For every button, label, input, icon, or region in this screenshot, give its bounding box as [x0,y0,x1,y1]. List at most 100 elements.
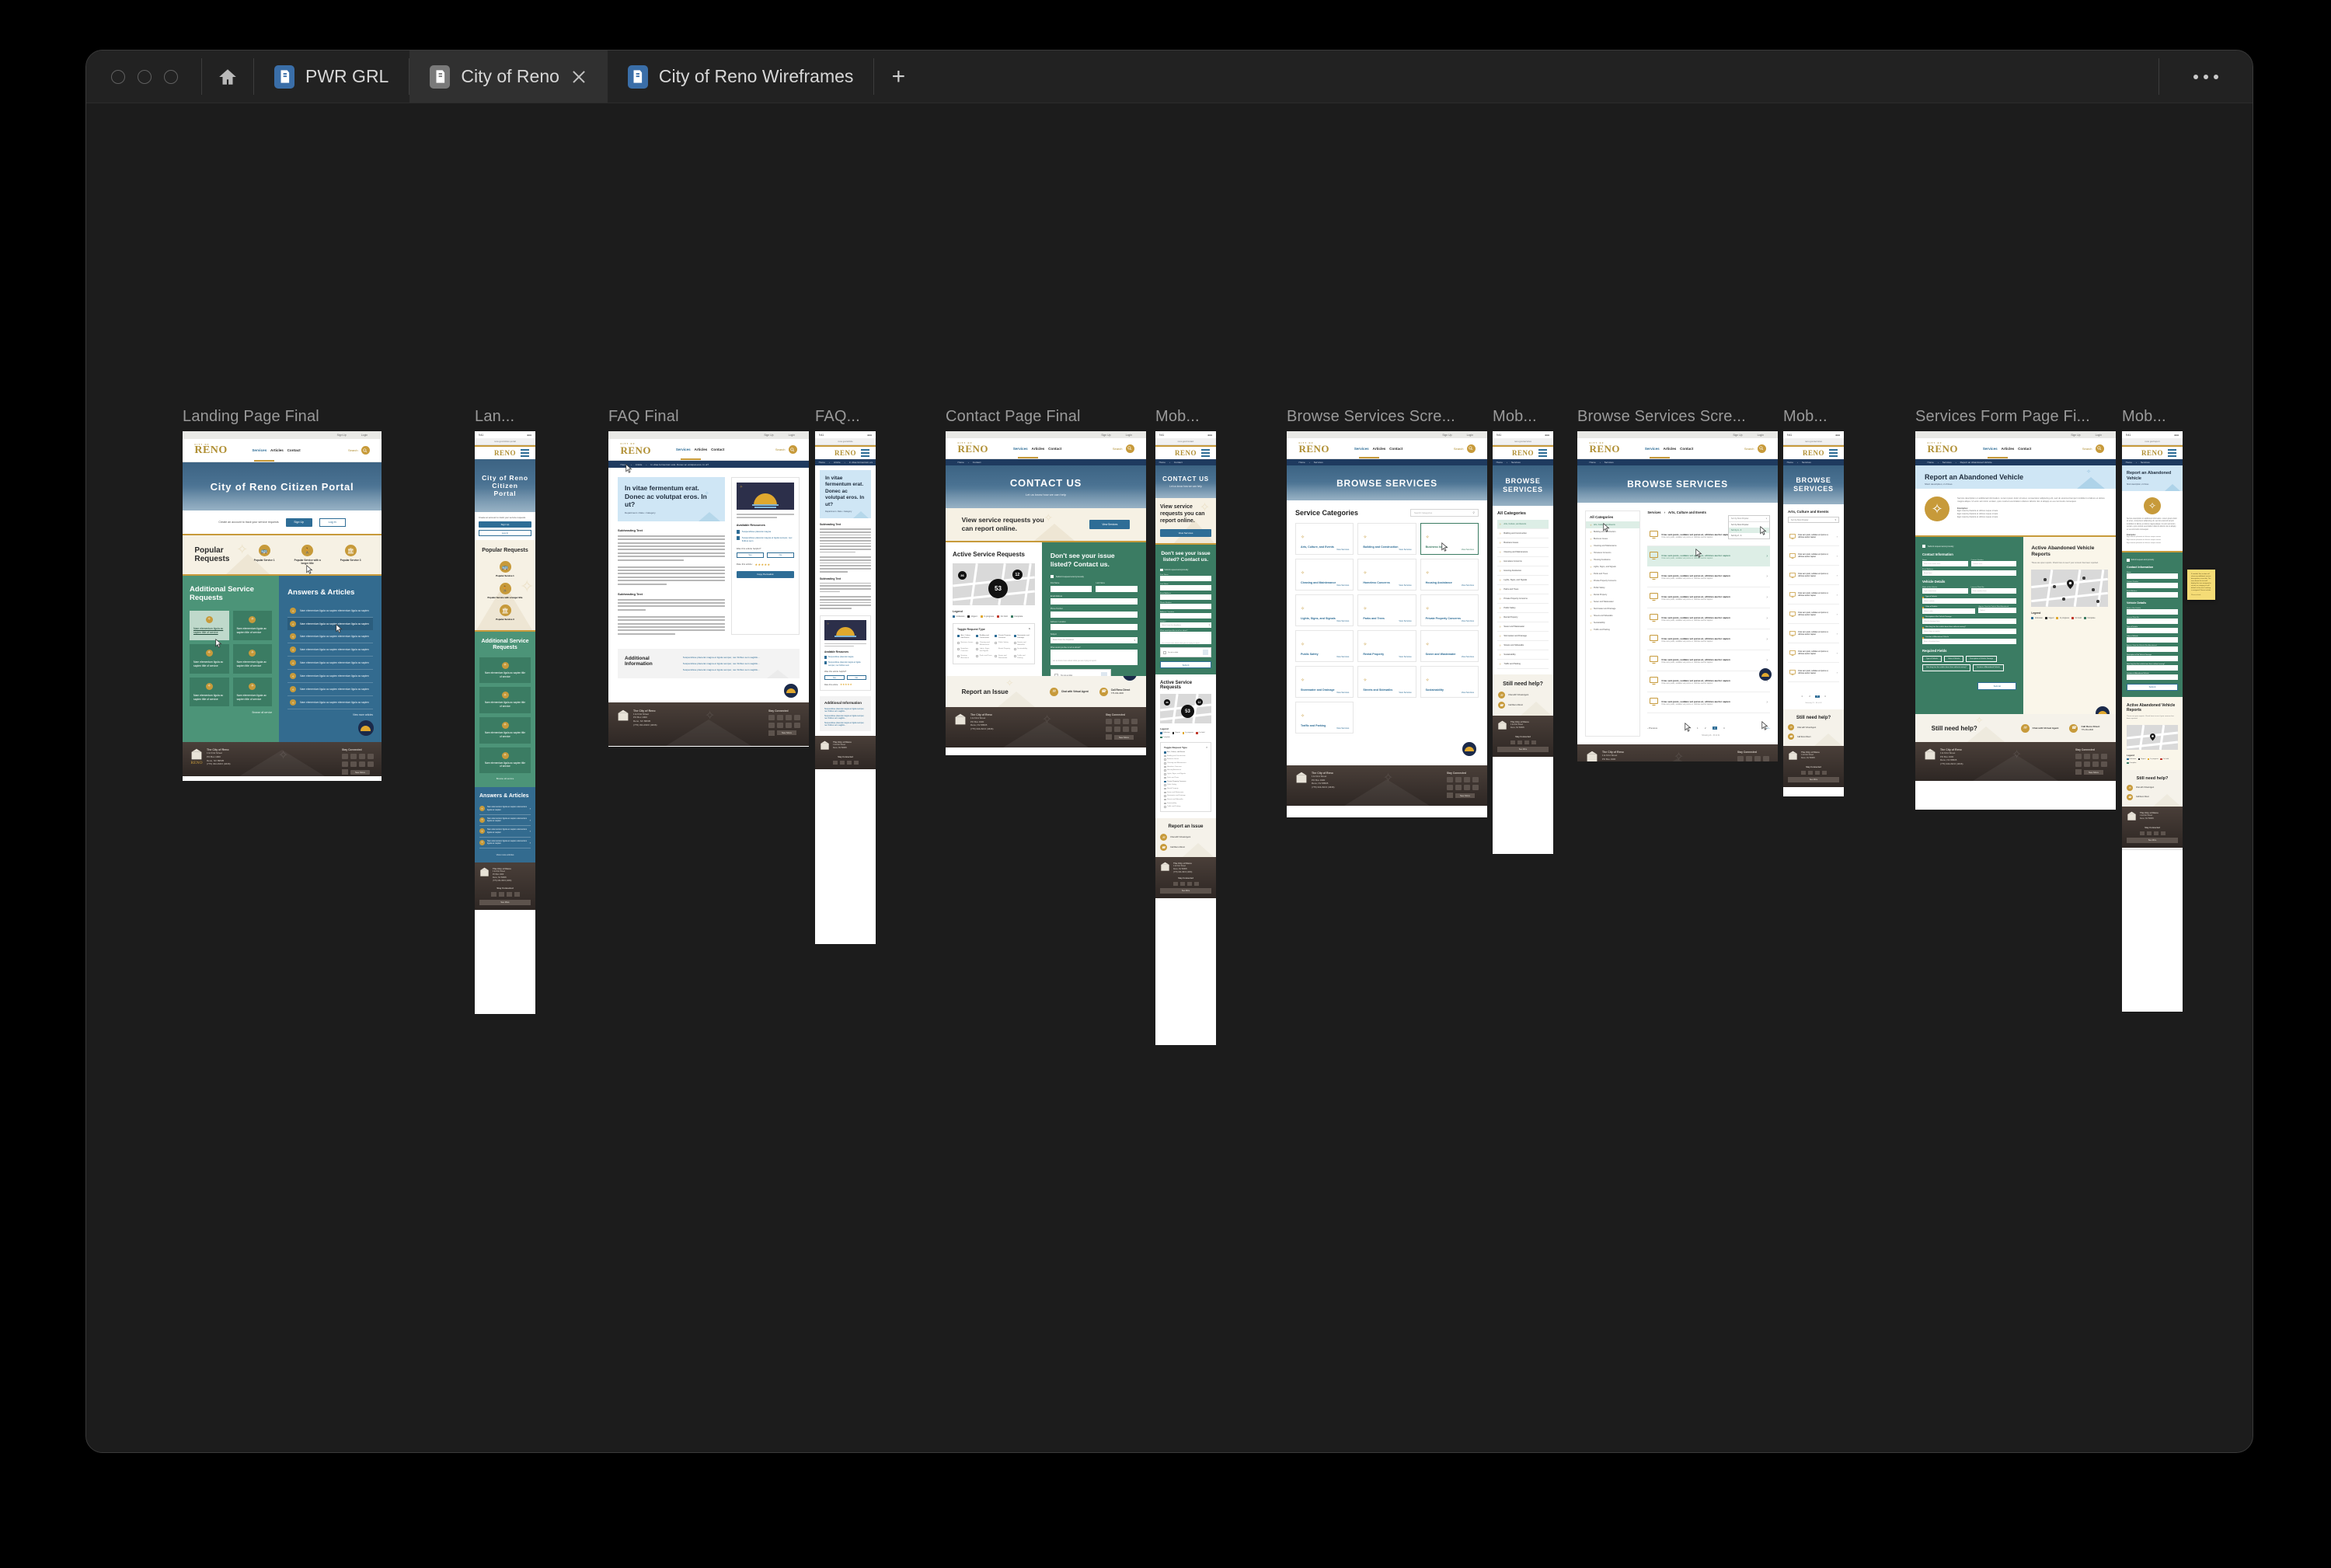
service-card[interactable]: ✧ Nam elementum ligula ac sapien title o… [232,677,273,707]
chat-agent-button[interactable]: ✉ Chat with Virtual Agent [2020,723,2058,733]
article-item[interactable]: ✧ Nam elementum ligula ac sapien element… [287,670,373,683]
page-number[interactable]: 1 [1697,727,1699,730]
chat-agent-button[interactable]: ✉ Chat with Virtual Agent [1788,724,1839,730]
search-control[interactable]: Search [2082,444,2104,453]
category-card[interactable]: ✧ Cleaning and Maintenance View Services [1295,559,1354,591]
sidebar-category[interactable]: ✧ Sewer and Wastewater [1586,598,1639,605]
category-card-selected[interactable]: ✧ Business Issues View Services [1420,523,1479,555]
category-card[interactable]: ✧ Rental Property View Services [1357,630,1416,662]
make-input[interactable] [2127,608,2178,615]
article-item[interactable]: ✧ Nam elementum ligula ac sapien element… [287,657,373,670]
anonymous-checkbox[interactable]: Submit request anonymously [2127,559,2178,562]
call-reno-direct-button[interactable]: ☎ Call Reno Direct [1788,733,1839,740]
nav-link-articles[interactable]: Articles [1031,447,1044,451]
request-type-checkboxes[interactable]: Arts, Culture, and Events Building and C… [957,635,1030,660]
service-list-item[interactable]: Cras sem justo, sodales vel purus ut, ul… [1647,629,1770,650]
popular-item[interactable]: 🚌 Popular Service 1 [475,561,535,577]
article-item[interactable]: ✧ Nam elementum ligula ac sapien element… [287,643,373,657]
sidebar-category[interactable]: ✧ Sustainability [1586,619,1639,626]
close-icon[interactable] [570,68,587,85]
submit-button[interactable]: Submit [1160,661,1211,668]
damage-input[interactable] [2127,655,2178,661]
maximize-window-button[interactable] [164,69,178,84]
view-more-articles-link[interactable]: View more articles [479,853,531,856]
signup-link[interactable]: Sign Up [764,434,773,437]
chat-widget-icon[interactable] [1462,742,1476,756]
page-number[interactable]: 2 [1705,727,1706,730]
map-pin-icon[interactable] [2067,579,2075,589]
service-request-map[interactable]: 36 12 53 [953,563,1035,605]
no-button[interactable]: No [766,552,795,558]
reno-logo[interactable]: RENO [494,449,516,456]
chat-icon[interactable] [768,730,775,736]
login-link[interactable]: Login [1467,434,1473,437]
service-list-item[interactable]: Cras sem justo, sodales vel purus ut, ul… [1788,585,1839,605]
sidebar-category[interactable]: ✧ Stormwater and Drainage [1586,605,1639,612]
view-services-link[interactable]: View Services [1462,620,1474,622]
first-name-input[interactable] [1050,585,1092,592]
browser-url-bar[interactable]: reno.gov/report [2122,438,2183,445]
hamburger-menu-icon[interactable] [1829,449,1838,457]
view-services-link[interactable]: View Services [1336,692,1349,694]
category-list-item[interactable]: ✧ Housing Assistance [1497,566,1549,576]
hamburger-menu-icon[interactable] [861,449,869,457]
category-list-item-selected[interactable]: ✧ Arts, Culture, and Events [1497,520,1549,529]
service-card[interactable]: ✧ Nam elementum ligula ac sapien title o… [232,643,273,674]
category-card[interactable]: ✧ Public Safety View Services [1295,630,1354,662]
category-list-item[interactable]: ✧ Business Issues [1497,538,1549,548]
service-request-map[interactable]: 36 12 53 [1160,694,1211,723]
see-more-button[interactable]: See More [1455,793,1476,798]
color-select[interactable] [2127,636,2178,643]
page-number-current[interactable]: 3 [1712,727,1717,730]
view-services-link[interactable]: View Services [1336,549,1349,551]
message-textarea[interactable]: Let us know more about what you are tryi… [1160,632,1211,644]
category-list-item[interactable]: ✧ Stormwater and Drainage [1497,632,1549,641]
signup-button[interactable]: Sign Up [285,517,312,527]
reno-logo[interactable]: RENO [834,449,856,456]
see-more-button[interactable]: See More [350,769,371,775]
sidebar-category[interactable]: ✧ Cleaning and Maintenance [1586,542,1639,549]
frame-contact-mobile[interactable]: 9:41 ●●● reno.gov/contact RENO Home › Cont… [1155,431,1216,1045]
nav-link-contact[interactable]: Contact [2018,447,2031,451]
login-link[interactable]: Login [789,434,795,437]
article-item[interactable]: ✧ Nam elementum ligula ac sapien element… [479,803,531,815]
map-badge[interactable]: 12 [1012,570,1023,580]
service-list-item[interactable]: Cras sem justo, sodales vel purus ut, ul… [1788,624,1839,643]
additional-link[interactable]: Suspendisse placerat magna et ligula sem… [683,656,793,659]
captcha-widget[interactable]: I'm not a robot [1160,647,1211,657]
signup-link[interactable]: Sign Up [1442,434,1451,437]
frame-landing-page-final[interactable]: Sign Up Login CITY OF RENO Services Arti… [183,431,382,781]
view-services-link[interactable]: View Services [1336,584,1349,587]
view-services-link[interactable]: View Services [1399,549,1411,551]
nav-link-services[interactable]: Services [1354,447,1369,451]
nav-link-contact[interactable]: Contact [287,448,301,452]
popular-item[interactable]: 🚶 Popular Service with a longer title [475,583,535,599]
social-icons[interactable] [1447,777,1479,790]
nav-link-services[interactable]: Services [676,448,691,451]
social-icons[interactable] [342,754,374,767]
popular-item[interactable]: 🚌 Popular Service 1 [254,545,275,565]
sidebar-category[interactable]: ✧ Private Property Concerns [1586,577,1639,584]
service-card[interactable]: ✧ Nam elementum ligula ac sapien title o… [479,716,531,744]
signup-button[interactable]: Sign Up [479,521,531,528]
nav-link-contact[interactable]: Contact [1680,447,1693,451]
reno-logo[interactable]: CITY OF RENO [957,442,988,454]
social-icons[interactable] [1788,771,1839,775]
view-services-link[interactable]: View Services [1462,584,1474,587]
popular-item[interactable]: 🏛 Popular Service 3 [340,545,361,565]
chat-widget-icon[interactable] [1759,668,1772,681]
close-window-button[interactable] [111,69,125,84]
search-control[interactable]: Search [1454,444,1476,453]
browser-url-bar[interactable]: reno.gov/contact [1155,438,1216,445]
star-rating[interactable]: ★★★★★ [755,563,771,566]
breadcrumb[interactable]: Home › Services [1287,459,1487,465]
chat-agent-button[interactable]: ✉ Chat with Virtual Agent [1498,692,1548,699]
search-control[interactable]: Search [1744,444,1766,453]
sidebar-category[interactable]: ✧ Housing Assistance [1586,556,1639,563]
article-item[interactable]: ✧ Nam elementum ligula ac sapien element… [287,630,373,643]
sort-dropdown[interactable]: Sort by Most Popular ▾ Sort by Most Popul… [1728,515,1770,539]
sidebar-category[interactable]: ✧ Business Issues [1586,535,1639,542]
anonymous-checkbox[interactable]: Submit request anonymously [1922,545,2016,548]
home-icon[interactable] [202,51,253,103]
nav-link-contact[interactable]: Contact [1389,447,1402,451]
